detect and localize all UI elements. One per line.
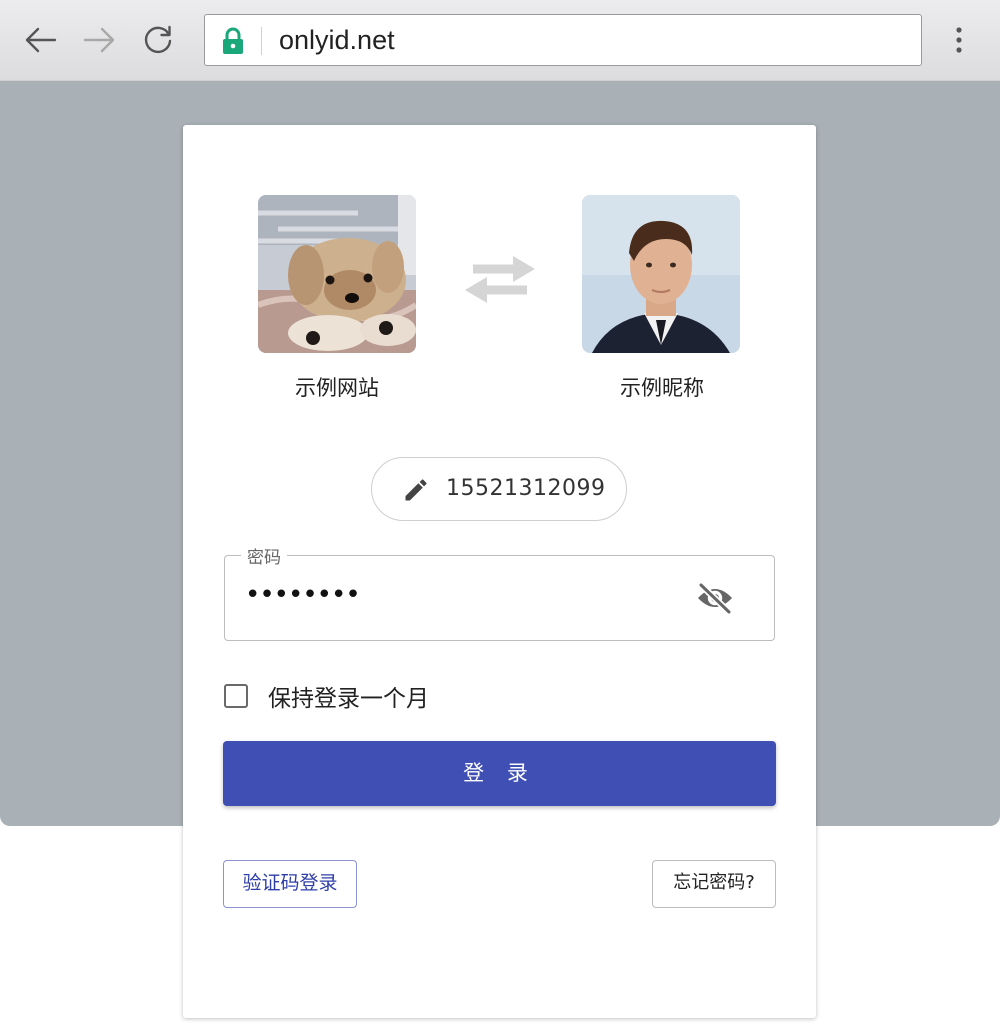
- more-vert-icon: [956, 27, 962, 53]
- back-button[interactable]: [22, 22, 58, 58]
- forward-arrow-icon: [83, 27, 115, 53]
- phone-number: 15521312099: [446, 476, 606, 501]
- password-input[interactable]: ••••••••: [245, 580, 361, 610]
- lock-icon: [223, 27, 243, 54]
- browser-toolbar: onlyid.net: [0, 0, 1000, 81]
- url-text: onlyid.net: [279, 25, 395, 55]
- login-button[interactable]: 登 录: [223, 741, 776, 806]
- pencil-icon: [405, 479, 427, 501]
- swap-arrows-icon: [465, 256, 535, 303]
- address-separator: [261, 27, 262, 55]
- login-card: 示例网站 示例昵称 15521312099 密码 •••••••• 保持登录一个…: [183, 125, 816, 1018]
- back-arrow-icon: [25, 27, 57, 53]
- remember-me-checkbox[interactable]: 保持登录一个月: [224, 680, 429, 712]
- visibility-off-icon[interactable]: [695, 582, 735, 614]
- password-label: 密码: [241, 543, 287, 568]
- site-avatar: [258, 195, 416, 353]
- reload-button[interactable]: [140, 22, 176, 58]
- sms-login-button[interactable]: 验证码登录: [223, 860, 357, 908]
- user-nickname: 示例昵称: [620, 376, 704, 400]
- edit-phone-button[interactable]: 15521312099: [371, 457, 627, 521]
- browser-menu-button[interactable]: [944, 22, 974, 58]
- remember-me-label: 保持登录一个月: [268, 686, 429, 712]
- forward-button[interactable]: [82, 22, 118, 58]
- address-bar[interactable]: onlyid.net: [204, 14, 922, 66]
- site-name: 示例网站: [295, 376, 379, 400]
- forgot-password-button[interactable]: 忘记密码?: [652, 860, 776, 908]
- reload-icon: [144, 25, 172, 54]
- checkbox-box[interactable]: [224, 684, 248, 708]
- user-avatar: [582, 195, 740, 353]
- password-field[interactable]: 密码 ••••••••: [224, 543, 775, 641]
